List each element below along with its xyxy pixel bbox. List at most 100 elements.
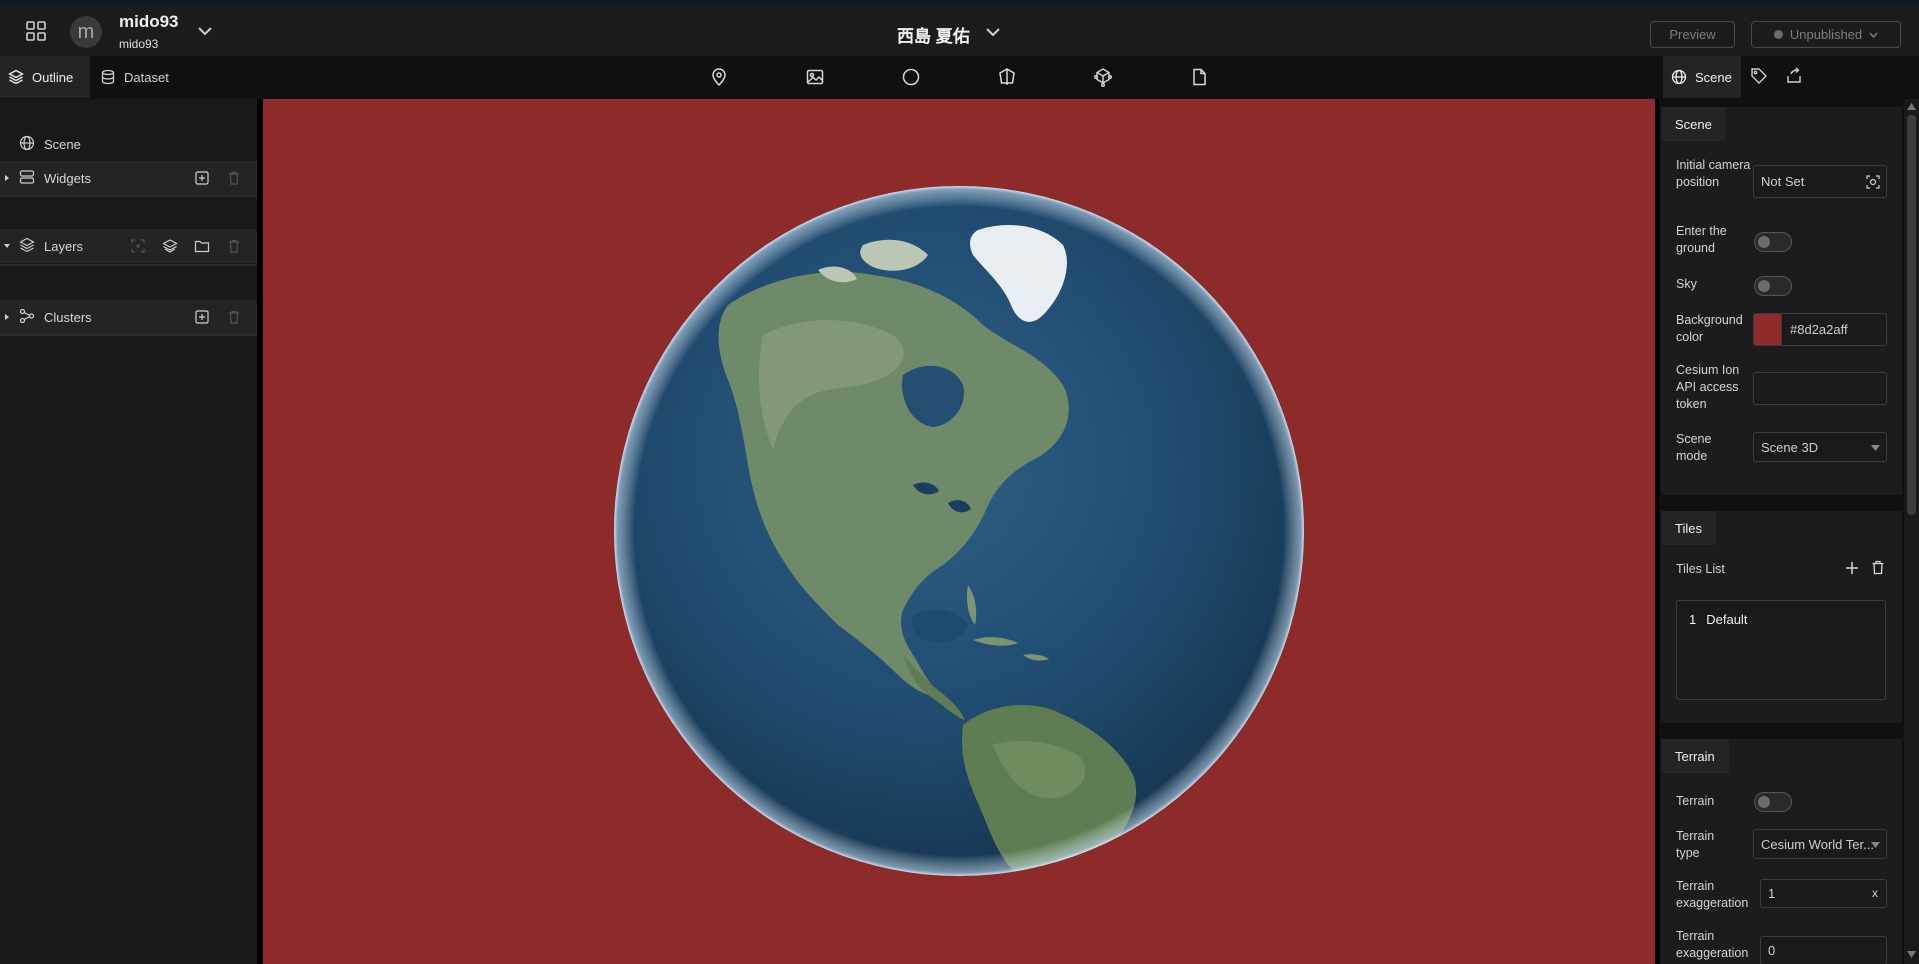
capture-camera-icon[interactable]	[1866, 175, 1880, 189]
trash-icon[interactable]	[226, 238, 242, 254]
outline-item-label: Clusters	[44, 309, 92, 325]
camera-label: Initial camera position	[1676, 158, 1751, 189]
cluster-icon	[19, 308, 37, 326]
scroll-down-icon[interactable]	[1907, 951, 1916, 958]
section-title: Scene	[1661, 107, 1726, 141]
circle-icon[interactable]	[901, 67, 921, 87]
terrain-exaggeration-2-input[interactable]: 0	[1760, 936, 1887, 964]
toolbar: Outline Dataset Scene	[0, 56, 1919, 99]
terrain-exaggeration-2-label: Terrain exaggeration	[1676, 929, 1749, 960]
tiles-list-label: Tiles List	[1676, 562, 1725, 576]
tag-icon[interactable]	[1750, 67, 1770, 87]
toggle-knob	[1758, 796, 1770, 808]
background-color-field[interactable]: #8d2a2aff	[1753, 313, 1887, 346]
toggle-knob	[1758, 236, 1770, 248]
project-title[interactable]: 西島 夏佑	[897, 22, 970, 47]
publish-status-label: Unpublished	[1789, 27, 1863, 42]
widgets-icon	[19, 169, 37, 187]
trash-icon[interactable]	[226, 170, 242, 186]
map-viewport[interactable]	[263, 99, 1655, 964]
api-token-input[interactable]	[1753, 372, 1887, 405]
properties-panel: Scene Initial camera position Not Set En…	[1659, 99, 1904, 964]
apps-grid-icon[interactable]	[24, 19, 48, 43]
workspace-chevron-down-icon[interactable]	[196, 24, 214, 38]
tile-name: Default	[1706, 612, 1748, 627]
caret-right-icon[interactable]	[3, 174, 11, 182]
tab-dataset[interactable]: Dataset	[98, 56, 169, 98]
chevron-down-icon	[1871, 445, 1880, 451]
outline-item-widgets[interactable]: Widgets	[0, 161, 257, 195]
publish-status-button[interactable]: Unpublished	[1751, 21, 1901, 48]
top-bar: m mido93 mido93 西島 夏佑 Preview Unpublishe…	[0, 0, 1919, 56]
file-icon[interactable]	[1189, 67, 1209, 87]
terrain-exaggeration-value: 1	[1768, 886, 1776, 901]
workspace-avatar[interactable]: m	[70, 16, 102, 48]
add-tile-icon[interactable]	[1845, 561, 1859, 575]
outline-item-scene[interactable]: Scene	[0, 127, 257, 161]
right-panel-scrollbar[interactable]	[1904, 99, 1919, 964]
folder-icon[interactable]	[194, 238, 210, 254]
scene-mode-select[interactable]: Scene 3D	[1753, 432, 1887, 462]
terrain-type-value: Cesium World Ter...	[1761, 836, 1874, 852]
chevron-down-icon	[1869, 32, 1878, 38]
earth-globe[interactable]	[613, 185, 1305, 877]
marker-icon[interactable]	[709, 67, 729, 87]
scroll-thumb[interactable]	[1907, 115, 1916, 515]
terrain-type-select[interactable]: Cesium World Ter...	[1753, 829, 1887, 859]
add-cluster-icon[interactable]	[194, 309, 210, 325]
color-swatch[interactable]	[1754, 314, 1782, 345]
camera-position-field[interactable]: Not Set	[1753, 165, 1887, 198]
share-icon[interactable]	[1785, 67, 1805, 87]
project-chevron-down-icon[interactable]	[985, 26, 1001, 38]
caret-down-icon[interactable]	[3, 242, 11, 250]
outline-item-clusters[interactable]: Clusters	[0, 300, 257, 334]
terrain-exaggeration-label: Terrain exaggeration	[1676, 879, 1749, 910]
scene-mode-value: Scene 3D	[1761, 439, 1819, 455]
caret-right-icon[interactable]	[3, 313, 11, 321]
enter-ground-toggle[interactable]	[1754, 232, 1792, 252]
workspace-user: mido93	[119, 37, 159, 51]
tiles-list: 1 Default	[1676, 600, 1886, 700]
outline-item-label: Layers	[44, 238, 84, 254]
globe-icon	[19, 135, 37, 153]
layers-icon	[8, 69, 24, 85]
divider	[0, 264, 257, 266]
bg-color-value: #8d2a2aff	[1790, 322, 1848, 337]
add-widget-icon[interactable]	[194, 170, 210, 186]
trash-icon[interactable]	[1871, 560, 1885, 575]
camera-value: Not Set	[1761, 174, 1805, 189]
terrain-type-label: Terrain type	[1676, 829, 1715, 860]
scroll-up-icon[interactable]	[1907, 103, 1916, 110]
divider	[0, 334, 257, 336]
outline-item-layers[interactable]: Layers	[0, 229, 257, 263]
add-layer-icon[interactable]	[162, 238, 178, 254]
scene-mode-label: Scene mode	[1676, 432, 1712, 463]
tiles-section: Tiles Tiles List 1 Default	[1661, 511, 1902, 723]
outline-item-label: Scene	[44, 136, 81, 152]
sky-label: Sky	[1676, 277, 1697, 291]
clear-x-icon[interactable]: x	[1872, 886, 1878, 900]
tile-item[interactable]: 1 Default	[1689, 612, 1747, 627]
tab-outline-label: Outline	[32, 69, 74, 85]
tile-index: 1	[1689, 612, 1697, 627]
tab-outline[interactable]: Outline	[0, 56, 90, 98]
terrain-toggle[interactable]	[1754, 792, 1792, 812]
image-icon[interactable]	[805, 67, 825, 87]
sky-toggle[interactable]	[1754, 276, 1792, 296]
terrain-label: Terrain	[1676, 794, 1715, 808]
tab-dataset-label: Dataset	[124, 69, 169, 85]
divider	[0, 195, 257, 197]
preview-button[interactable]: Preview	[1650, 21, 1735, 48]
workspace-name[interactable]: mido93	[119, 12, 179, 32]
terrain-exaggeration-2-value: 0	[1768, 943, 1776, 958]
scene-section: Scene Initial camera position Not Set En…	[1661, 107, 1902, 495]
section-title: Terrain	[1661, 739, 1729, 773]
section-title: Tiles	[1661, 511, 1716, 545]
tab-scene[interactable]: Scene	[1663, 56, 1741, 98]
trash-icon[interactable]	[226, 309, 242, 325]
database-icon	[101, 69, 115, 85]
model-icon[interactable]	[1093, 67, 1113, 87]
polygon-icon[interactable]	[997, 67, 1017, 87]
terrain-exaggeration-input[interactable]: 1 x	[1760, 879, 1887, 908]
focus-icon[interactable]	[130, 238, 146, 254]
